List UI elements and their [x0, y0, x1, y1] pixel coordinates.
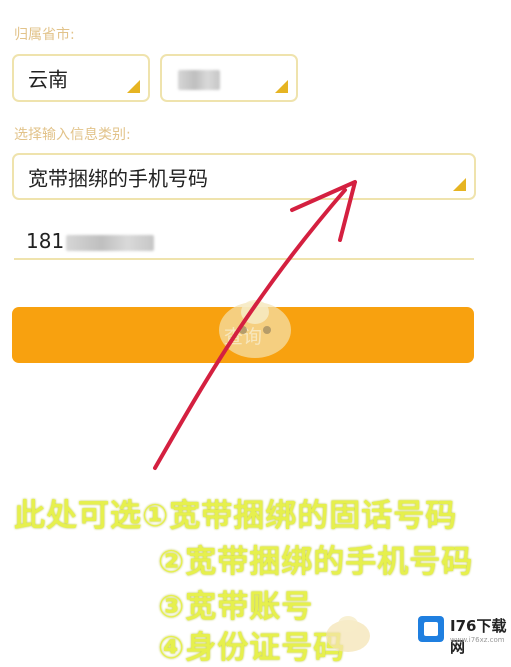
site-watermark: I76下载网 www.i76xz.com — [412, 606, 508, 656]
callout-line-1: 此处可选①宽带捆绑的固话号码 — [14, 498, 458, 534]
callout-line-3: ③宽带账号 — [158, 589, 314, 625]
site-logo-icon — [418, 616, 444, 642]
mascot-small-watermark-icon — [326, 616, 370, 652]
callout-line-2: ②宽带捆绑的手机号码 — [158, 544, 474, 580]
site-url: www.i76xz.com — [450, 636, 505, 644]
